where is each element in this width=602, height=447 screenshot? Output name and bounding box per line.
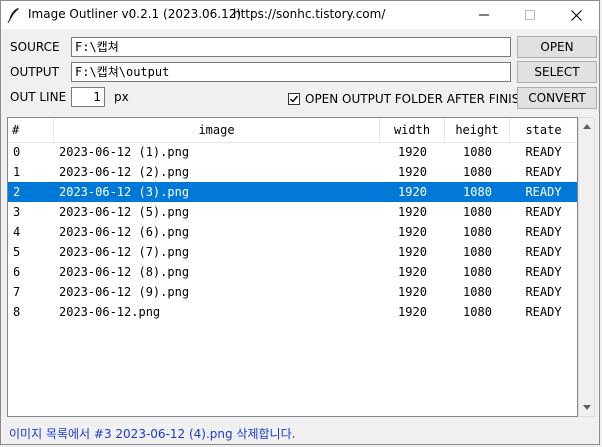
row-cell-width: 1920 (398, 265, 427, 279)
open-folder-checkbox[interactable] (288, 93, 300, 105)
row-cell-num: 3 (13, 205, 21, 219)
row-cell-state: READY (525, 305, 562, 319)
source-label: SOURCE (10, 40, 60, 54)
table-row[interactable]: 3 2023-06-12 (5).png 1920 1080 READY (8, 202, 577, 222)
maximize-button[interactable] (507, 1, 553, 29)
row-cell-height: 1080 (463, 185, 492, 199)
table-row[interactable]: 1 2023-06-12 (2).png 1920 1080 READY (8, 162, 577, 182)
checkmark-icon (290, 95, 299, 103)
close-button[interactable] (553, 1, 599, 29)
row-cell-height: 1080 (463, 145, 492, 159)
row-cell-height: 1080 (463, 305, 492, 319)
row-cell-state: READY (525, 225, 562, 239)
chevron-up-icon (582, 124, 591, 129)
row-cell-image: 2023-06-12 (2).png (59, 165, 190, 179)
source-path-field[interactable]: F:\캡쳐 (71, 37, 511, 57)
column-header-width[interactable]: width (380, 118, 445, 142)
row-cell-num: 5 (13, 245, 21, 259)
list-header: # image width height state (8, 118, 577, 143)
row-cell-state: READY (525, 285, 562, 299)
title-bar[interactable]: Image Outliner v0.2.1 (2023.06.12) https… (1, 1, 599, 29)
column-header-state[interactable]: state (510, 118, 577, 142)
window-url: https://sonhc.tistory.com/ (233, 7, 386, 21)
row-cell-state: READY (525, 145, 562, 159)
row-cell-width: 1920 (398, 225, 427, 239)
row-cell-width: 1920 (398, 205, 427, 219)
row-cell-num: 4 (13, 225, 21, 239)
row-cell-state: READY (525, 205, 562, 219)
scroll-up-arrow[interactable] (579, 118, 594, 135)
row-cell-num: 1 (13, 165, 21, 179)
row-cell-image: 2023-06-12 (7).png (59, 245, 190, 259)
row-cell-width: 1920 (398, 145, 427, 159)
table-row[interactable]: 8 2023-06-12.png 1920 1080 READY (8, 302, 577, 322)
column-header-height[interactable]: height (445, 118, 510, 142)
window-title: Image Outliner v0.2.1 (2023.06.12) (28, 7, 242, 21)
row-cell-height: 1080 (463, 285, 492, 299)
row-cell-width: 1920 (398, 285, 427, 299)
app-window: Image Outliner v0.2.1 (2023.06.12) https… (0, 0, 600, 445)
row-cell-height: 1080 (463, 245, 492, 259)
outline-width-input[interactable]: 1 (71, 87, 105, 107)
table-row[interactable]: 4 2023-06-12 (6).png 1920 1080 READY (8, 222, 577, 242)
scroll-down-arrow[interactable] (579, 399, 594, 416)
row-cell-state: READY (525, 265, 562, 279)
row-cell-image: 2023-06-12 (8).png (59, 265, 190, 279)
open-folder-label[interactable]: OPEN OUTPUT FOLDER AFTER FINISH (305, 92, 528, 106)
table-row[interactable]: 0 2023-06-12 (1).png 1920 1080 READY (8, 142, 577, 162)
row-cell-num: 7 (13, 285, 21, 299)
row-cell-num: 6 (13, 265, 21, 279)
row-cell-image: 2023-06-12.png (59, 305, 161, 319)
feather-quill-icon (7, 7, 21, 23)
open-button[interactable]: OPEN (517, 36, 597, 58)
minimize-icon (479, 14, 489, 16)
row-cell-width: 1920 (398, 165, 427, 179)
row-cell-image: 2023-06-12 (1).png (59, 145, 190, 159)
status-message: 이미지 목록에서 #3 2023-06-12 (4).png 삭제합니다. (9, 427, 296, 441)
list-scrollbar[interactable] (578, 117, 595, 417)
outline-label: OUT LINE (10, 90, 67, 104)
row-cell-state: READY (525, 165, 562, 179)
row-cell-num: 2 (13, 185, 21, 199)
column-header-image[interactable]: image (54, 118, 380, 142)
output-path-field[interactable]: F:\캡쳐\output (71, 62, 511, 82)
row-cell-width: 1920 (398, 245, 427, 259)
table-row[interactable]: 7 2023-06-12 (9).png 1920 1080 READY (8, 282, 577, 302)
column-header-num[interactable]: # (8, 118, 54, 142)
row-cell-image: 2023-06-12 (9).png (59, 285, 190, 299)
close-icon (570, 9, 582, 21)
row-cell-image: 2023-06-12 (5).png (59, 205, 190, 219)
convert-button[interactable]: CONVERT (517, 87, 597, 109)
chevron-down-icon (582, 405, 591, 410)
row-cell-num: 0 (13, 145, 21, 159)
row-cell-state: READY (525, 245, 562, 259)
select-button[interactable]: SELECT (517, 61, 597, 83)
row-cell-height: 1080 (463, 165, 492, 179)
table-row[interactable]: 2 2023-06-12 (3).png 1920 1080 READY (8, 182, 577, 202)
maximize-icon (525, 10, 535, 20)
table-row[interactable]: 5 2023-06-12 (7).png 1920 1080 READY (8, 242, 577, 262)
row-cell-width: 1920 (398, 305, 427, 319)
output-label: OUTPUT (10, 65, 59, 79)
minimize-button[interactable] (461, 1, 507, 29)
row-cell-height: 1080 (463, 225, 492, 239)
row-cell-num: 8 (13, 305, 21, 319)
table-row[interactable]: 6 2023-06-12 (8).png 1920 1080 READY (8, 262, 577, 282)
row-cell-state: READY (525, 185, 562, 199)
row-cell-width: 1920 (398, 185, 427, 199)
row-cell-height: 1080 (463, 205, 492, 219)
row-cell-image: 2023-06-12 (3).png (59, 185, 190, 199)
row-cell-height: 1080 (463, 265, 492, 279)
row-cell-image: 2023-06-12 (6).png (59, 225, 190, 239)
image-list[interactable]: # image width height state 0 2023-06-12 (… (7, 117, 578, 417)
outline-unit-label: px (114, 90, 129, 104)
